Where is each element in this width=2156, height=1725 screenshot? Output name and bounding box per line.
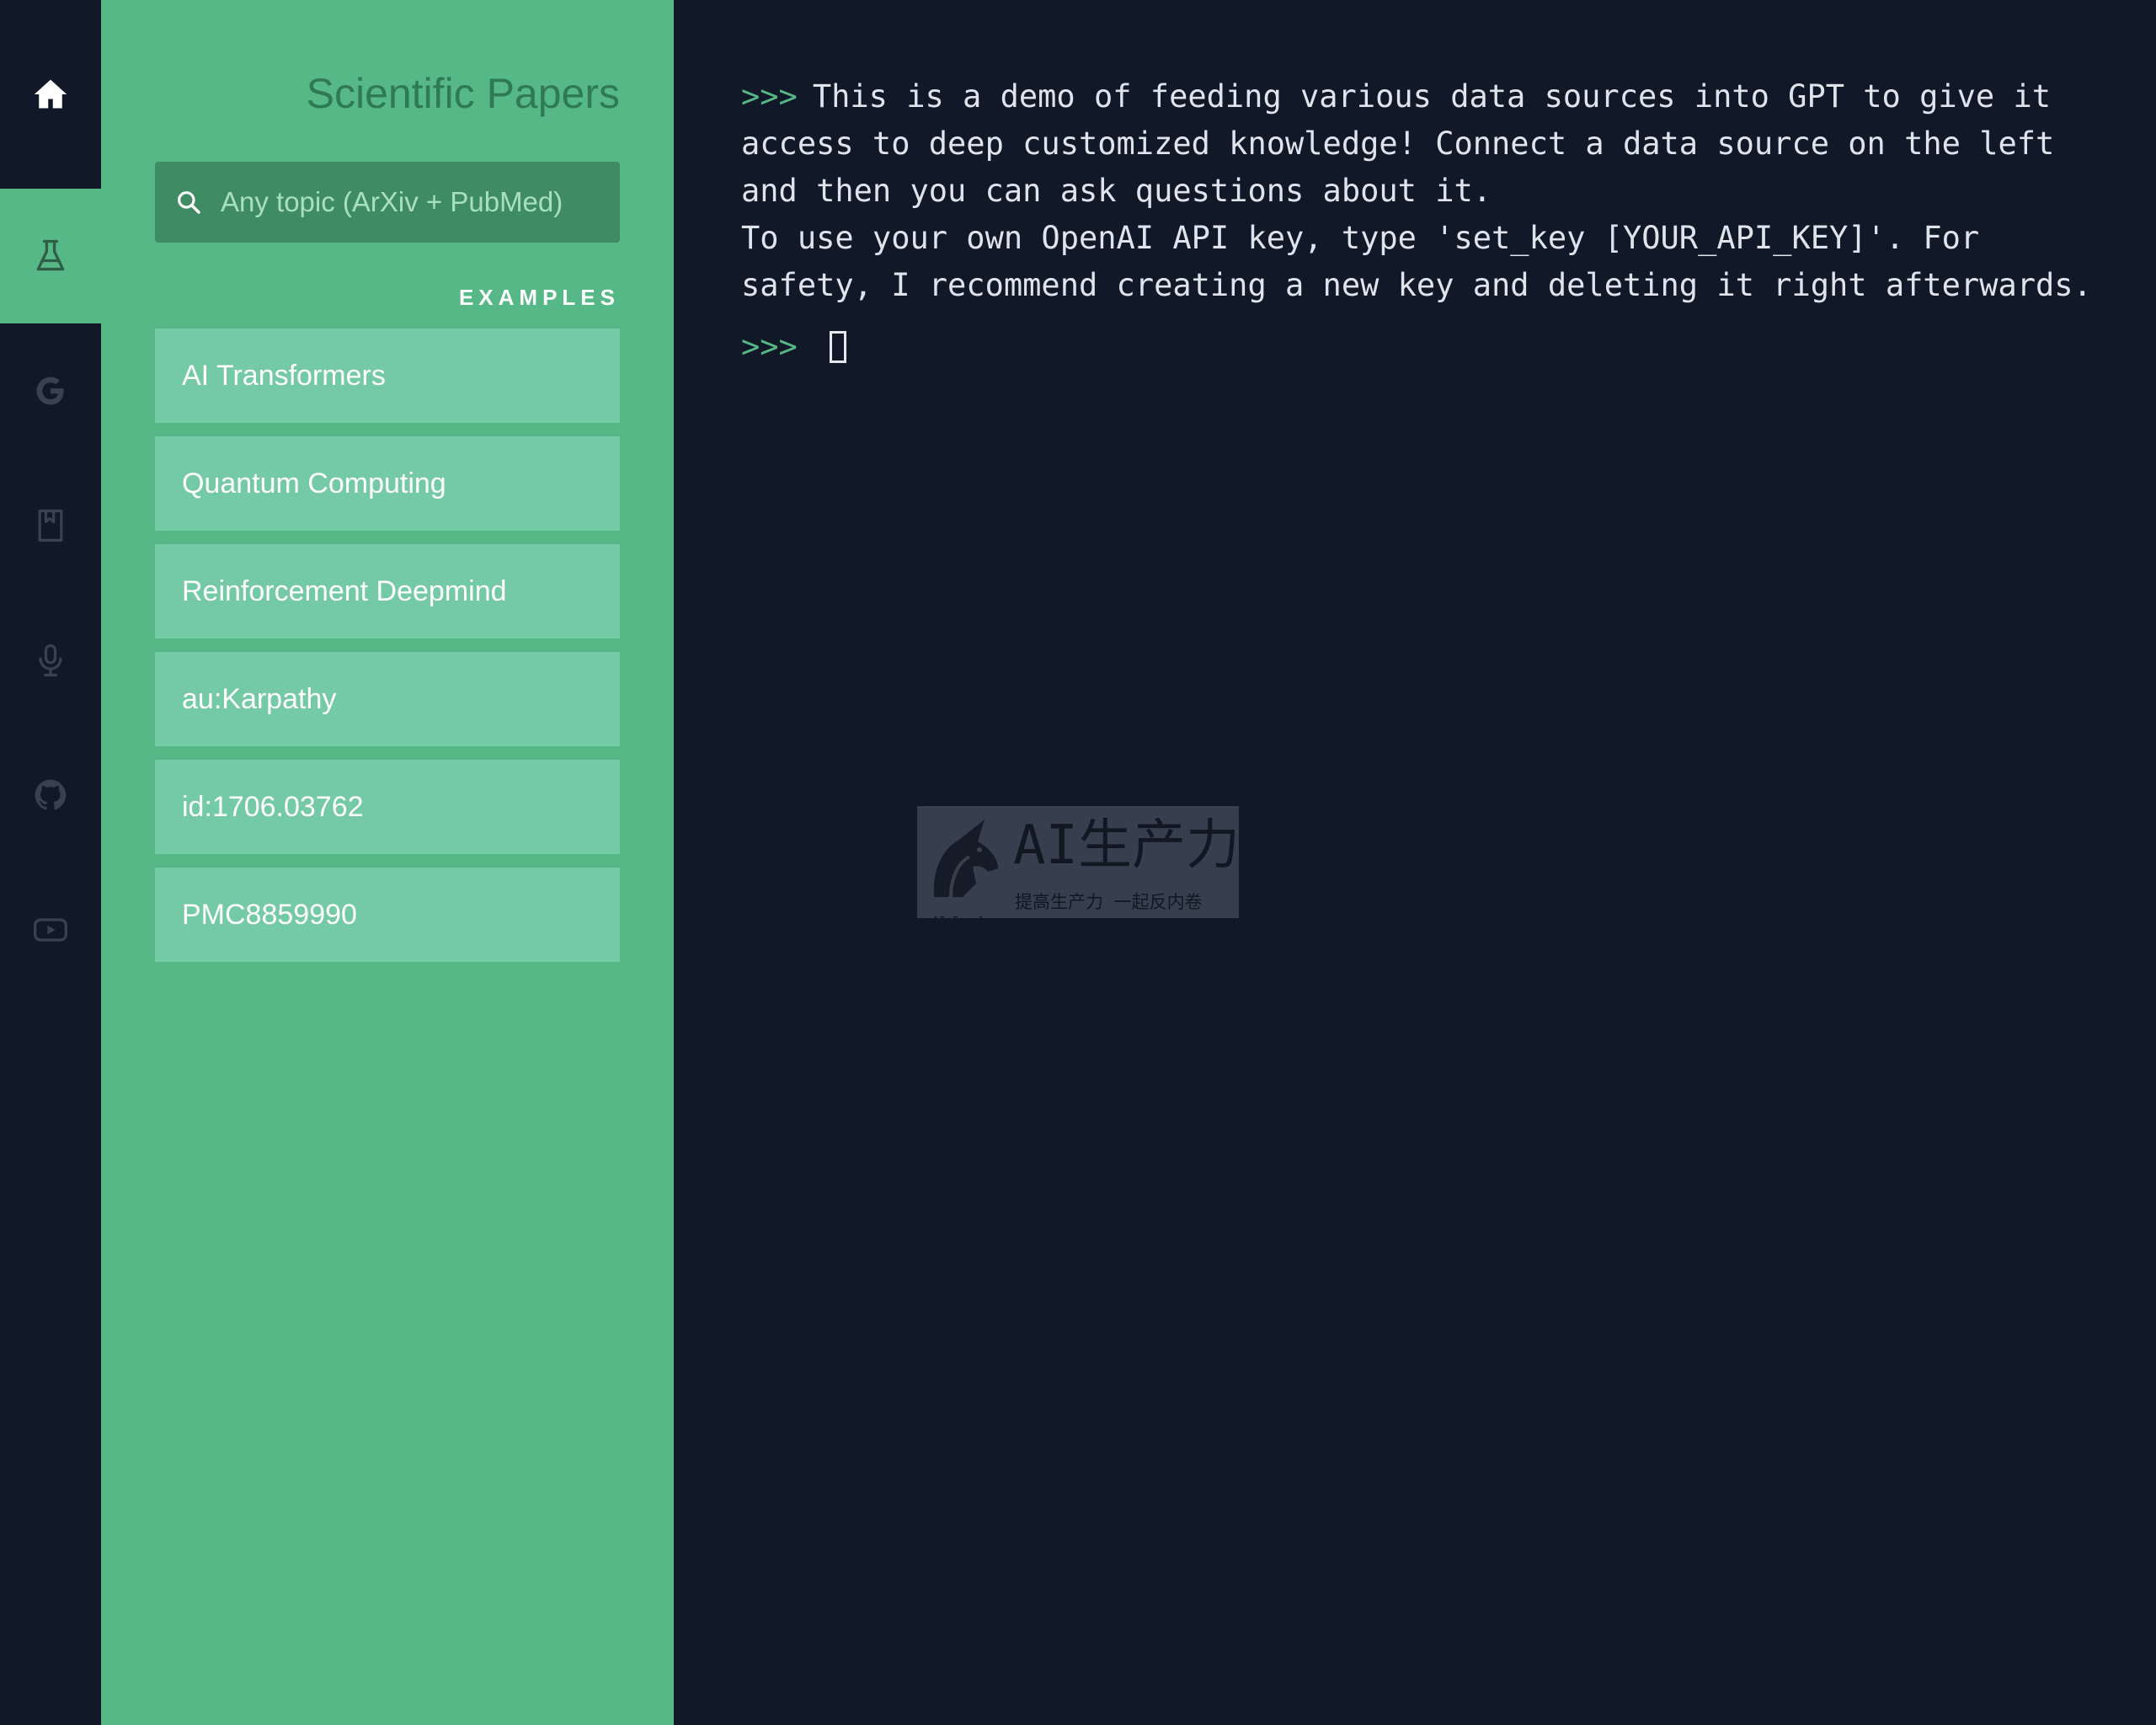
google-icon — [36, 377, 64, 405]
terminal-line: access to deep customized knowledge! Con… — [741, 126, 2055, 162]
terminal-output: >>> This is a demo of feeding various dat… — [741, 73, 2122, 309]
terminal-line: safety, I recommend creating a new key a… — [741, 267, 2092, 303]
book-icon — [38, 509, 63, 542]
rail-item-github[interactable] — [0, 728, 101, 862]
example-item-arxiv-id[interactable]: id:1706.03762 — [155, 760, 620, 854]
example-item-quantum-computing[interactable]: Quantum Computing — [155, 436, 620, 531]
terminal-line: >>> This is a demo of feeding various dat… — [741, 78, 2052, 115]
terminal-line: To use your own OpenAI API key, type 'se… — [741, 220, 1980, 256]
watermark-title: AI生产力 — [1013, 814, 1241, 877]
example-item-ai-transformers[interactable]: AI Transformers — [155, 328, 620, 423]
flask-icon — [36, 239, 65, 271]
terminal-line: and then you can ask questions about it. — [741, 173, 1492, 209]
watermark-brand: AI Impulse — [932, 916, 999, 928]
youtube-icon — [34, 918, 67, 942]
search-input[interactable] — [221, 162, 608, 243]
terminal[interactable]: >>> This is a demo of feeding various dat… — [674, 0, 2156, 1725]
text-cursor — [829, 331, 846, 363]
rail-item-home[interactable] — [0, 27, 101, 162]
examples-list: AI Transformers Quantum Computing Reinfo… — [155, 328, 620, 975]
source-panel: Scientific Papers EXAMPLES AI Transforme… — [101, 0, 674, 1725]
prompt-symbol: >>> — [741, 78, 798, 115]
watermark-subtitle: 提高生产力 一起反内卷 — [1015, 892, 1203, 912]
watermark-badge: AI生产力 提高生产力 一起反内卷 AI Impulse — [917, 806, 1241, 928]
terminal-input-line[interactable]: >>> — [741, 322, 846, 372]
example-item-pmc-id[interactable]: PMC8859990 — [155, 868, 620, 962]
example-item-author-karpathy[interactable]: au:Karpathy — [155, 652, 620, 746]
icon-rail — [0, 0, 101, 1725]
app-window: Scientific Papers EXAMPLES AI Transforme… — [0, 0, 2156, 1725]
search-icon — [178, 191, 200, 214]
rail-item-audio[interactable] — [0, 593, 101, 728]
rail-item-youtube[interactable] — [0, 862, 101, 997]
example-item-reinforcement-deepmind[interactable]: Reinforcement Deepmind — [155, 544, 620, 638]
panel-title: Scientific Papers — [306, 70, 620, 117]
rail-item-papers[interactable] — [0, 189, 101, 323]
rail-item-book[interactable] — [0, 458, 101, 593]
prompt-symbol: >>> — [741, 328, 798, 365]
examples-heading: EXAMPLES — [458, 285, 620, 310]
unicorn-logo-icon — [933, 820, 998, 898]
rail-item-google[interactable] — [0, 323, 101, 458]
search-box[interactable] — [155, 162, 620, 243]
home-icon — [34, 79, 67, 109]
microphone-icon — [39, 644, 62, 677]
github-icon — [35, 779, 67, 810]
